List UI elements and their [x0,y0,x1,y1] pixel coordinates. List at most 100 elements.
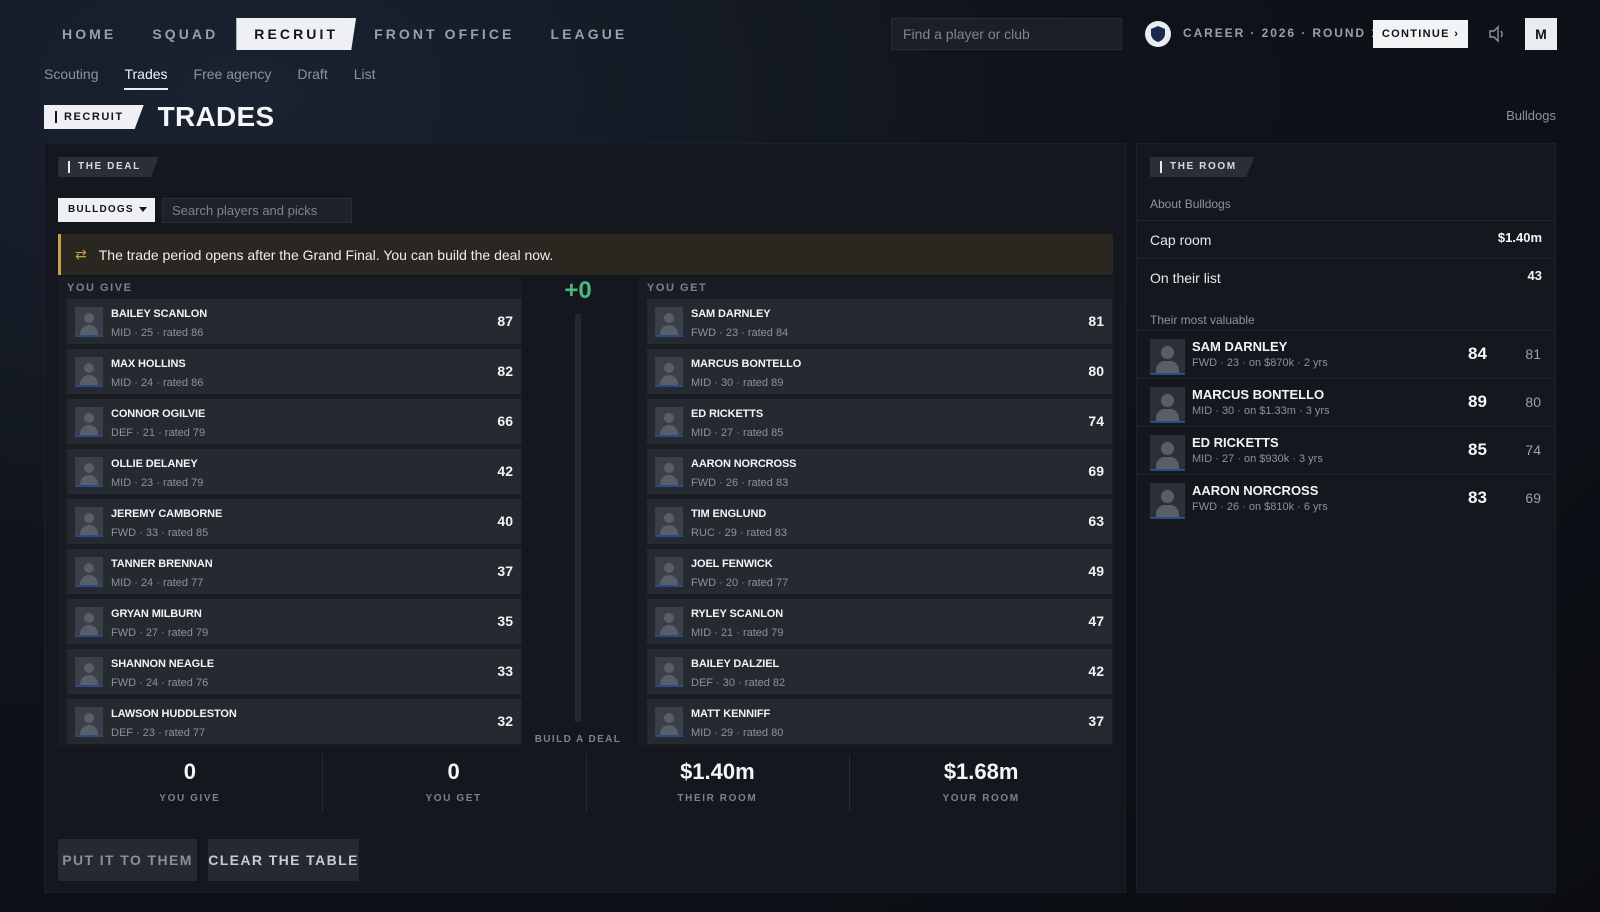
you-get-list: YOU GET SAM DARNLEY FWD · 23 · rated 84 81… [638,277,1113,747]
stat-value: $1.68m [943,759,1019,784]
player-name: MATT KENNIFF [691,708,771,720]
player-rating: 85 [1468,440,1487,459]
player-name: JOEL FENWICK [691,558,773,570]
nav-tab-squad[interactable]: SQUAD [134,18,236,50]
club-select[interactable]: BULLDOGS [58,198,155,222]
player-name: AARON NORCROSS [1192,483,1319,498]
player-row[interactable]: TANNER BRENNAN MID · 24 · rated 77 37 [67,549,521,594]
player-row[interactable]: JOEL FENWICK FWD · 20 · rated 77 49 [647,549,1112,594]
player-name: JEREMY CAMBORNE [111,508,223,520]
give-player-list: BAILEY SCANLON MID · 25 · rated 86 87 MAX H… [67,299,521,747]
put-it-to-them-button[interactable]: PUT IT TO THEM [58,839,197,881]
subtab-trades[interactable]: Trades [124,66,168,90]
player-meta: MID · 30 · rated 89 [691,377,784,389]
player-row[interactable]: SHANNON NEAGLE FWD · 24 · rated 76 33 [67,649,521,694]
player-meta: FWD · 33 · rated 85 [111,527,209,539]
deal-balance-column: +0 BUILD A DEAL [525,277,631,747]
player-row[interactable]: BAILEY DALZIEL DEF · 30 · rated 82 42 [647,649,1112,694]
club-name: Bulldogs [1506,108,1556,123]
room-section-tag: THE ROOM [1150,157,1255,177]
player-name: BAILEY DALZIEL [691,658,780,670]
deal-section-tag: THE DEAL [58,157,159,177]
valuable-player-row[interactable]: AARON NORCROSS FWD · 26 · on $810k · 6 yr… [1137,474,1555,522]
player-row[interactable]: LAWSON HUDDLESTON DEF · 23 · rated 77 32 [67,699,521,744]
avatar [1150,435,1185,471]
nav-tab-league[interactable]: LEAGUE [532,18,645,50]
player-row[interactable]: CONNOR OGILVIE DEF · 21 · rated 79 66 [67,399,521,444]
avatar [655,307,683,337]
player-row[interactable]: MATT KENNIFF MID · 29 · rated 80 37 [647,699,1112,744]
subtab-list[interactable]: List [354,66,376,90]
player-row[interactable]: RYLEY SCANLON MID · 21 · rated 79 47 [647,599,1112,644]
avatar [655,407,683,437]
main-nav-tabs: HOME SQUAD RECRUIT FRONT OFFICE LEAGUE [44,18,645,50]
avatar [655,357,683,387]
stat-label: YOUR ROOM [942,793,1020,804]
page-header: RECRUIT TRADES [44,101,274,133]
avatar [75,707,103,737]
club-shield-icon [1145,21,1171,47]
trade-value: 42 [497,463,513,479]
trade-value: 33 [497,663,513,679]
valuable-player-row[interactable]: MARCUS BONTELLO MID · 30 · on $1.33m · 3 … [1137,378,1555,426]
avatar [655,607,683,637]
room-panel: THE ROOM About Bulldogs Cap room $1.40m … [1136,143,1556,893]
you-give-list: YOU GIVE BAILEY SCANLON MID · 25 · rated … [58,277,522,747]
player-row[interactable]: OLLIE DELANEY MID · 23 · rated 79 42 [67,449,521,494]
player-row[interactable]: TIM ENGLUND RUC · 29 · rated 83 63 [647,499,1112,544]
player-row[interactable]: GRYAN MILBURN FWD · 27 · rated 79 35 [67,599,521,644]
stat-label: THEIR ROOM [677,793,758,804]
balance-meter [575,314,581,722]
player-row[interactable]: ED RICKETTS MID · 27 · rated 85 74 [647,399,1112,444]
stat-label: YOU GET [425,793,482,804]
subtab-free-agency[interactable]: Free agency [194,66,272,90]
player-meta: MID · 29 · rated 80 [691,727,784,739]
player-name: SHANNON NEAGLE [111,658,214,670]
stat-value: 0 [447,759,460,784]
player-row[interactable]: BAILEY SCANLON MID · 25 · rated 86 87 [67,299,521,344]
nav-tab-home[interactable]: HOME [44,18,134,50]
valuable-player-row[interactable]: SAM DARNLEY FWD · 23 · on $870k · 2 yrs 84… [1137,330,1555,378]
page-title: TRADES [157,101,275,132]
avatar [75,357,103,387]
players-picks-search-input[interactable] [162,198,352,223]
trade-value: 80 [1088,363,1104,379]
cap-room-value: $1.40m [1497,230,1542,245]
player-name: TIM ENGLUND [691,508,767,520]
player-rating: 84 [1468,344,1487,363]
player-row[interactable]: AARON NORCROSS FWD · 26 · rated 83 69 [647,449,1112,494]
player-row[interactable]: JEREMY CAMBORNE FWD · 33 · rated 85 40 [67,499,521,544]
subtab-draft[interactable]: Draft [297,66,327,90]
nav-tab-front-office[interactable]: FRONT OFFICE [356,18,532,50]
avatar [75,507,103,537]
avatar [655,507,683,537]
player-row[interactable]: SAM DARNLEY FWD · 23 · rated 84 81 [647,299,1112,344]
player-row[interactable]: MARCUS BONTELLO MID · 30 · rated 89 80 [647,349,1112,394]
avatar [655,707,683,737]
valuable-player-row[interactable]: ED RICKETTS MID · 27 · on $930k · 3 yrs 85… [1137,426,1555,474]
clear-table-button[interactable]: CLEAR THE TABLE [208,839,359,881]
player-row[interactable]: MAX HOLLINS MID · 24 · rated 86 82 [67,349,521,394]
subtab-scouting[interactable]: Scouting [44,66,98,90]
trade-value: 40 [497,513,513,529]
avatar [655,557,683,587]
player-club-search-input[interactable] [891,18,1122,50]
continue-button[interactable]: CONTINUE › [1373,20,1468,48]
menu-button[interactable]: M [1525,18,1557,50]
club-select-value: BULLDOGS [68,204,134,215]
trade-value: 81 [1088,313,1104,329]
sound-icon[interactable] [1487,24,1507,44]
you-give-heading: YOU GIVE [67,282,133,294]
player-name: SAM DARNLEY [691,308,771,320]
section-tag-recruit: RECRUIT [44,105,144,129]
deal-panel: THE DEAL BULLDOGS ⇄ The trade period ope… [44,143,1126,893]
player-name: LAWSON HUDDLESTON [111,708,237,720]
build-deal-label: BUILD A DEAL [534,734,622,745]
player-meta: MID · 21 · rated 79 [691,627,784,639]
nav-tab-recruit[interactable]: RECRUIT [236,18,357,50]
player-name: TANNER BRENNAN [111,558,213,570]
sub-nav-tabs: Scouting Trades Free agency Draft List [44,66,376,90]
player-name: ED RICKETTS [691,408,764,420]
trade-value: 35 [497,613,513,629]
swap-icon: ⇄ [75,246,87,262]
